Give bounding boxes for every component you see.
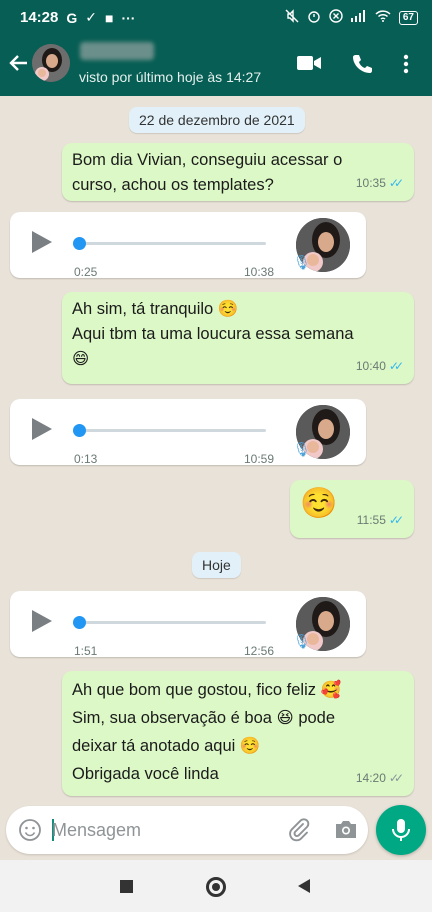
back-arrow-icon[interactable] bbox=[8, 52, 30, 74]
wifi-icon bbox=[375, 10, 391, 25]
message-time: 12:56 bbox=[244, 644, 275, 658]
mic-icon bbox=[392, 819, 410, 841]
recent-apps-icon[interactable] bbox=[120, 880, 133, 893]
audio-seek-handle[interactable] bbox=[73, 616, 86, 629]
message-bubble-outgoing[interactable]: Ah que bom que gostou, fico feliz 🥰 Sim,… bbox=[62, 671, 414, 796]
mic-badge-icon: 🎙 bbox=[293, 441, 311, 457]
system-nav-bar bbox=[0, 860, 432, 912]
last-seen-status: visto por último hoje às 14:27 bbox=[79, 69, 262, 85]
chat-area[interactable]: 22 de dezembro de 2021 Bom dia Vivian, c… bbox=[0, 96, 432, 804]
signal-icon bbox=[350, 10, 367, 25]
status-time: 14:28 bbox=[20, 9, 59, 26]
message-text: Ah sim, tá tranquilo ☺️ Aqui tbm ta uma … bbox=[72, 300, 354, 368]
audio-duration: 1:51 bbox=[74, 644, 98, 658]
nav-back-icon[interactable] bbox=[298, 879, 310, 893]
play-icon[interactable] bbox=[32, 418, 52, 440]
date-chip: 22 de dezembro de 2021 bbox=[129, 107, 305, 133]
emoji-icon[interactable] bbox=[18, 818, 42, 847]
battery-indicator: 67 bbox=[398, 10, 418, 25]
verified-icon: ✓ bbox=[85, 9, 97, 25]
message-composer bbox=[6, 806, 368, 854]
phone-icon[interactable] bbox=[352, 54, 372, 79]
audio-progress-track[interactable] bbox=[80, 621, 266, 624]
audio-progress-track[interactable] bbox=[80, 429, 266, 432]
contact-avatar[interactable] bbox=[32, 44, 70, 82]
mic-badge-icon: 🎙 bbox=[293, 254, 311, 270]
camera-icon[interactable] bbox=[334, 818, 358, 845]
delivered-ticks-icon: ✓✓ bbox=[388, 771, 404, 785]
home-icon[interactable] bbox=[206, 877, 226, 897]
status-bar: 14:28 G ✓ ■ ··· 67 bbox=[0, 0, 432, 36]
kebab-menu-icon[interactable] bbox=[403, 54, 409, 79]
message-time: 10:40 bbox=[355, 359, 386, 373]
date-chip: Hoje bbox=[192, 552, 241, 578]
message-time: 10:35 bbox=[355, 176, 386, 190]
mic-button[interactable] bbox=[376, 805, 426, 855]
message-text: ☺️ bbox=[300, 487, 338, 520]
read-ticks-icon: ✓✓ bbox=[388, 513, 404, 527]
audio-seek-handle[interactable] bbox=[73, 237, 86, 250]
message-input[interactable] bbox=[52, 816, 272, 844]
play-icon[interactable] bbox=[32, 610, 52, 632]
message-time: 11:55 bbox=[356, 513, 386, 527]
alarm-icon bbox=[307, 9, 321, 26]
message-text: Bom dia Vivian, conseguiu acessar o curs… bbox=[72, 151, 343, 194]
video-call-icon[interactable] bbox=[297, 54, 321, 77]
audio-duration: 0:25 bbox=[74, 265, 98, 279]
close-circle-icon bbox=[329, 9, 343, 26]
google-icon: G bbox=[66, 9, 78, 26]
mute-icon bbox=[285, 9, 299, 26]
voice-message-incoming[interactable]: 0:13 10:59 🎙 bbox=[10, 399, 366, 466]
message-time: 10:38 bbox=[244, 265, 275, 279]
contact-name-redacted[interactable] bbox=[80, 42, 154, 60]
bag-icon: ■ bbox=[105, 9, 114, 26]
top-bar: 14:28 G ✓ ■ ··· 67 visto por último hoje… bbox=[0, 0, 432, 96]
message-bubble-outgoing[interactable]: Bom dia Vivian, conseguiu acessar o curs… bbox=[62, 143, 414, 201]
message-time: 10:59 bbox=[244, 452, 275, 466]
audio-seek-handle[interactable] bbox=[73, 424, 86, 437]
read-ticks-icon: ✓✓ bbox=[388, 176, 404, 190]
voice-message-incoming[interactable]: 1:51 12:56 🎙 bbox=[10, 591, 366, 658]
message-time: 14:20 bbox=[355, 771, 386, 785]
mic-badge-icon: 🎙 bbox=[293, 633, 311, 649]
audio-duration: 0:13 bbox=[74, 452, 98, 466]
attach-icon[interactable] bbox=[287, 818, 311, 847]
more-dots-icon: ··· bbox=[121, 9, 136, 26]
voice-message-incoming[interactable]: 0:25 10:38 🎙 bbox=[10, 212, 366, 279]
chat-header: visto por último hoje às 14:27 bbox=[0, 36, 432, 96]
message-bubble-outgoing[interactable]: ☺️ 11:55 ✓✓ bbox=[290, 480, 414, 538]
play-icon[interactable] bbox=[32, 231, 52, 253]
message-text: Ah que bom que gostou, fico feliz 🥰 Sim,… bbox=[72, 681, 342, 783]
read-ticks-icon: ✓✓ bbox=[388, 359, 404, 373]
message-bubble-outgoing[interactable]: Ah sim, tá tranquilo ☺️ Aqui tbm ta uma … bbox=[62, 292, 414, 384]
audio-progress-track[interactable] bbox=[80, 242, 266, 245]
